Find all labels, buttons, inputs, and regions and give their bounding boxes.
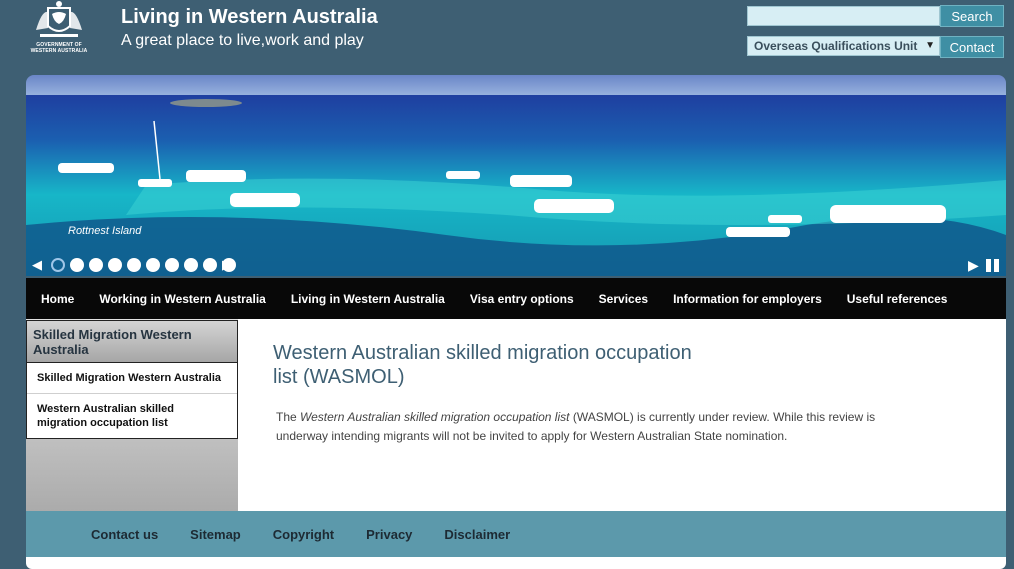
site-title: Living in Western Australia	[121, 6, 378, 28]
nav-item-home[interactable]: Home	[41, 292, 74, 306]
nav-item-living-in-western-australia[interactable]: Living in Western Australia	[291, 292, 445, 306]
footer-link-privacy[interactable]: Privacy	[366, 527, 412, 542]
slide-dot[interactable]	[203, 258, 217, 272]
footer-link-contact-us[interactable]: Contact us	[91, 527, 158, 542]
nav-item-useful-references[interactable]: Useful references	[847, 292, 948, 306]
sidebar-item[interactable]: Skilled Migration Western Australia	[27, 363, 237, 394]
footer-base	[26, 557, 1006, 569]
sidebar: Skilled Migration Western Australia Skil…	[26, 319, 238, 511]
slide-dot[interactable]	[70, 258, 84, 272]
nav-item-visa-entry-options[interactable]: Visa entry options	[470, 292, 574, 306]
slide-dot[interactable]	[108, 258, 122, 272]
department-select-value: Overseas Qualifications Unit	[754, 39, 918, 53]
slide-dot[interactable]	[184, 258, 198, 272]
slide-dot[interactable]	[146, 258, 160, 272]
body-prefix: The	[276, 410, 301, 424]
department-select[interactable]: Overseas Qualifications Unit ▼	[747, 36, 940, 56]
slide-dot[interactable]	[89, 258, 103, 272]
page-title: Western Australian skilled migration occ…	[273, 342, 692, 388]
sidebar-item[interactable]: Western Australian skilled migration occ…	[27, 394, 237, 438]
search-input[interactable]	[747, 6, 940, 26]
nav-item-services[interactable]: Services	[599, 292, 648, 306]
body-emphasis: Western Australian skilled migration occ…	[300, 410, 570, 424]
banner-caption: Rottnest Island	[68, 225, 142, 237]
site-tagline: A great place to live,work and play	[121, 32, 364, 49]
next-slide-icon[interactable]: ▶	[222, 257, 232, 273]
coat-of-arms-icon	[36, 1, 82, 37]
sidebar-heading: Skilled Migration Western Australia	[26, 320, 238, 362]
slide-dots	[51, 258, 236, 272]
footer-link-sitemap[interactable]: Sitemap	[190, 527, 241, 542]
dropdown-arrow-icon: ▼	[925, 40, 935, 51]
logo-caption: GOVERNMENT OF WESTERN AUSTRALIA	[30, 42, 88, 54]
prev-slide-icon[interactable]: ◀	[32, 257, 42, 273]
pause-icon[interactable]	[986, 259, 1000, 272]
slide-dot[interactable]	[51, 258, 65, 272]
main-content: Western Australian skilled migration occ…	[238, 319, 1006, 511]
slide-dot[interactable]	[127, 258, 141, 272]
main-navigation: Home Working in Western Australia Living i…	[26, 278, 1006, 319]
hero-banner: Rottnest Island ◀ ▶ ▶	[26, 75, 1006, 276]
footer-links: Contact us Sitemap Copyright Privacy Disclai…	[26, 511, 1006, 557]
footer-link-disclaimer[interactable]: Disclaimer	[444, 527, 510, 542]
footer-link-copyright[interactable]: Copyright	[273, 527, 334, 542]
wa-government-logo[interactable]: GOVERNMENT OF WESTERN AUSTRALIA	[26, 0, 92, 58]
play-icon[interactable]: ▶	[968, 257, 979, 274]
page-body: The Western Australian skilled migration…	[276, 408, 916, 446]
nav-item-working-in-western-australia[interactable]: Working in Western Australia	[99, 292, 265, 306]
rottnest-island-photo	[26, 75, 1006, 276]
search-button[interactable]: Search	[940, 5, 1004, 27]
nav-item-information-for-employers[interactable]: Information for employers	[673, 292, 822, 306]
contact-button[interactable]: Contact	[940, 36, 1004, 58]
slide-dot[interactable]	[165, 258, 179, 272]
sidebar-menu: Skilled Migration Western Australia Weste…	[26, 362, 238, 439]
